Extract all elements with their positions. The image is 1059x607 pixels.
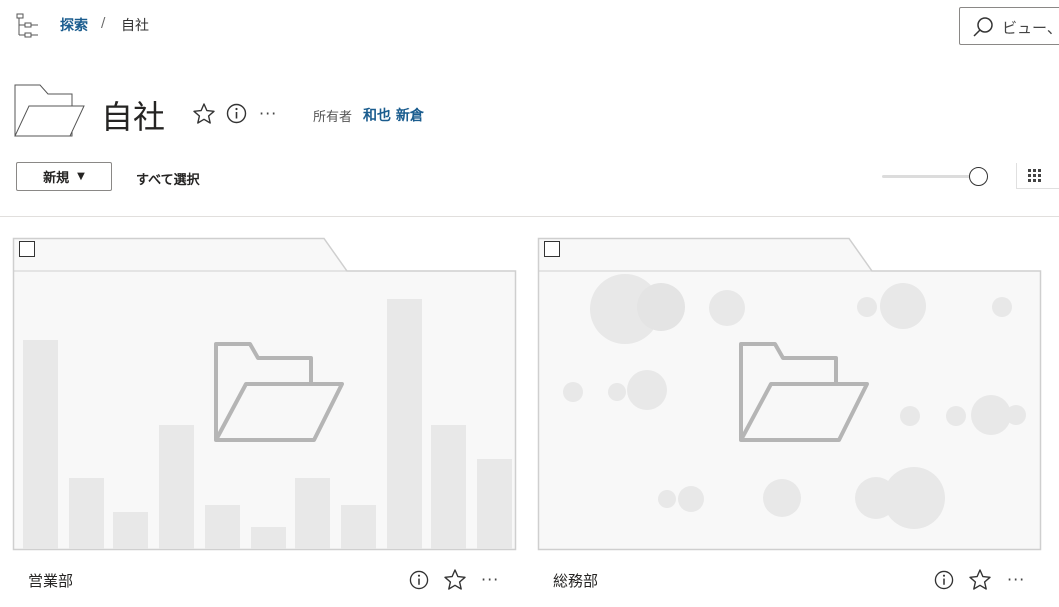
checkbox-icon[interactable] <box>19 241 35 257</box>
grid-view-button[interactable] <box>1016 163 1059 189</box>
star-icon[interactable] <box>968 568 992 592</box>
select-all-button[interactable]: すべて選択 <box>136 169 200 188</box>
zoom-slider-thumb[interactable] <box>969 167 988 186</box>
new-button[interactable]: 新規 ▼ <box>16 162 112 191</box>
info-icon[interactable] <box>934 570 954 590</box>
search-placeholder: ビュー、 <box>1002 19 1059 37</box>
more-icon[interactable]: ··· <box>1007 570 1025 589</box>
breadcrumb-separator: / <box>101 16 106 31</box>
folder-card-general-affairs[interactable] <box>537 237 1042 551</box>
more-icon[interactable]: ··· <box>481 570 499 589</box>
folder-icon <box>14 84 85 137</box>
card-title[interactable]: 営業部 <box>28 570 73 591</box>
info-icon[interactable] <box>226 103 247 124</box>
folder-card-sales[interactable] <box>12 237 517 551</box>
tree-icon[interactable] <box>16 13 42 41</box>
star-icon[interactable] <box>443 568 467 592</box>
new-button-label: 新規 <box>43 171 70 186</box>
star-icon[interactable] <box>192 102 216 126</box>
search-input[interactable]: ビュー、 <box>959 7 1059 45</box>
owner-name-link[interactable]: 和也 新倉 <box>363 105 424 125</box>
info-icon[interactable] <box>409 570 429 590</box>
header-divider <box>0 216 1059 217</box>
folder-icon <box>739 342 869 442</box>
caret-down-icon: ▼ <box>77 171 85 182</box>
card-title[interactable]: 総務部 <box>553 570 598 591</box>
checkbox-icon[interactable] <box>544 241 560 257</box>
search-icon <box>973 17 993 37</box>
owner-label: 所有者 <box>313 110 353 125</box>
folder-icon <box>214 342 344 442</box>
more-icon[interactable]: ··· <box>259 104 277 123</box>
page-title: 自社 <box>101 98 166 136</box>
breadcrumb-current: 自社 <box>121 18 149 34</box>
breadcrumb-root-link[interactable]: 探索 <box>60 15 88 35</box>
grid-view-icon <box>1028 169 1041 182</box>
zoom-slider-track[interactable] <box>882 175 976 178</box>
